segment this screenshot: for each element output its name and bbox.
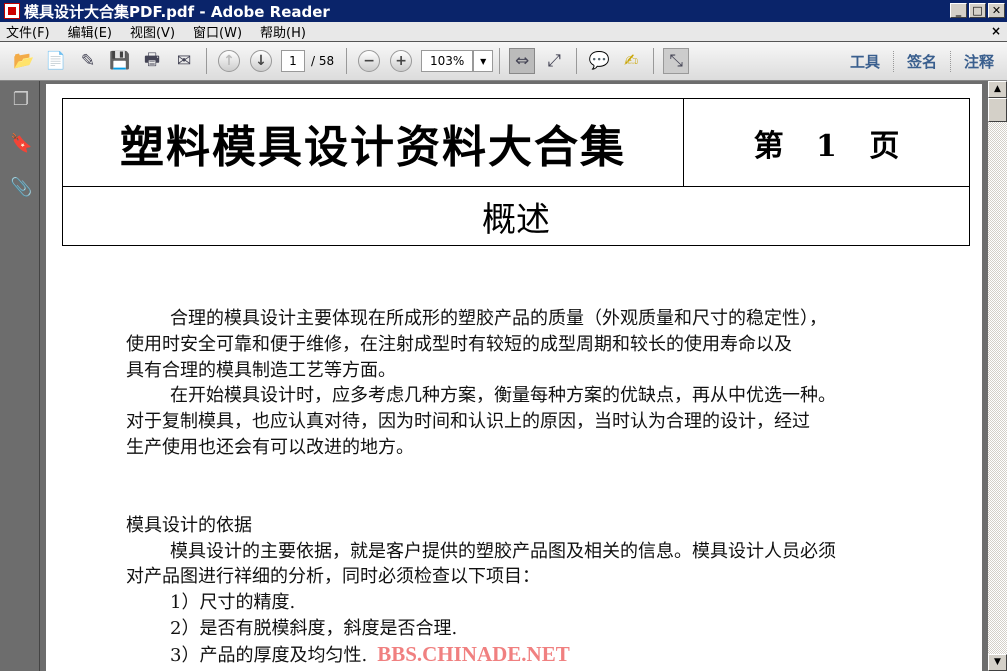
next-page-button[interactable]: ↓	[250, 50, 272, 72]
attachments-icon[interactable]: 📎	[10, 177, 32, 199]
email-icon[interactable]: ✉	[171, 48, 197, 74]
full-screen-icon[interactable]: ⤡	[663, 48, 690, 74]
sign-pane-link[interactable]: 签名	[892, 50, 950, 72]
print-icon[interactable]: 🖶	[139, 48, 165, 74]
page-total: / 58	[311, 54, 335, 68]
document-area: 塑料模具设计资料大合集 第 1 页 概述 合理的模具设计主要体现在所成形的塑胶产…	[40, 81, 988, 671]
title-bar: 模具设计大合集PDF.pdf - Adobe Reader _ □ ✕	[0, 0, 1007, 22]
fit-page-icon[interactable]: ⤢	[541, 48, 567, 74]
edit-icon[interactable]: ✎	[75, 48, 101, 74]
minimize-button[interactable]: _	[950, 3, 967, 18]
zoom-out-button[interactable]: −	[358, 50, 381, 72]
scroll-up-icon[interactable]: ▲	[988, 81, 1007, 98]
paragraph-line: 使用时安全可靠和便于维修，在注射成型时有较短的成型周期和较长的使用寿命以及	[126, 333, 792, 355]
zoom-input[interactable]: 103%	[421, 50, 474, 72]
pdf-page: 塑料模具设计资料大合集 第 1 页 概述 合理的模具设计主要体现在所成形的塑胶产…	[46, 84, 982, 671]
scroll-down-icon[interactable]: ▼	[988, 654, 1007, 671]
menu-help[interactable]: 帮助(H)	[260, 22, 306, 41]
close-button[interactable]: ✕	[988, 3, 1005, 18]
menu-bar: 文件(F) 编辑(E) 视图(V) 窗口(W) 帮助(H) ×	[0, 22, 1007, 41]
separator	[346, 48, 348, 74]
paragraph-line: 对产品图进行祥细的分析，同时必须检查以下项目：	[126, 566, 540, 588]
navigation-pane: ❐ 🔖 📎	[0, 81, 40, 671]
comment-pane-link[interactable]: 注释	[949, 50, 1007, 72]
close-document-button[interactable]: ×	[991, 24, 1001, 38]
watermark: BBS.CHINADE.NET	[377, 641, 570, 666]
zoom-in-button[interactable]: +	[390, 50, 413, 72]
menu-file[interactable]: 文件(F)	[6, 22, 50, 41]
scroll-thumb[interactable]	[988, 98, 1007, 122]
separator	[653, 48, 655, 74]
previous-page-button[interactable]: ↑	[218, 50, 240, 72]
header-table: 塑料模具设计资料大合集 第 1 页 概述	[62, 98, 970, 246]
menu-edit[interactable]: 编辑(E)	[68, 22, 112, 41]
bookmarks-icon[interactable]: 🔖	[10, 133, 32, 155]
separator	[206, 48, 207, 74]
fit-width-icon[interactable]: ⇔	[509, 48, 536, 74]
maximize-button[interactable]: □	[969, 3, 986, 18]
list-item: 3）产品的厚度及均匀性.	[170, 644, 368, 666]
page-thumbnails-icon[interactable]: ❐	[10, 89, 32, 111]
paragraph-line: 具有合理的模具制造工艺等方面。	[126, 359, 396, 381]
list-item: 1）尺寸的精度.	[170, 592, 296, 614]
list-item: 2）是否有脱模斜度，斜度是否合理.	[170, 617, 458, 639]
paragraph-line: 对于复制模具，也应认真对待，因为时间和认识上的原因，当时认为合理的设计，经过	[126, 411, 810, 433]
page-number-input[interactable]: 1	[281, 50, 305, 72]
menu-view[interactable]: 视图(V)	[130, 22, 175, 41]
adobe-reader-icon	[4, 3, 20, 19]
menu-window[interactable]: 窗口(W)	[193, 22, 242, 41]
tools-pane-link[interactable]: 工具	[837, 51, 893, 72]
paragraph-line: 生产使用也还会有可以改进的地方。	[126, 436, 414, 458]
open-icon[interactable]: 📂	[11, 48, 37, 74]
document-body: 合理的模具设计主要体现在所成形的塑胶产品的质量（外观质量和尺寸的稳定性）， 使用…	[126, 306, 956, 669]
window-title: 模具设计大合集PDF.pdf - Adobe Reader	[24, 2, 330, 21]
basis-heading: 模具设计的依据	[126, 514, 252, 536]
paragraph-line: 在开始模具设计时，应多考虑几种方案，衡量每种方案的优缺点，再从中优选一种。	[170, 385, 836, 407]
paragraph-line: 模具设计的主要依据，就是客户提供的塑胶产品图及相关的信息。模具设计人员必须	[170, 540, 836, 562]
paragraph-line: 合理的模具设计主要体现在所成形的塑胶产品的质量（外观质量和尺寸的稳定性），	[170, 308, 827, 329]
page-label: 第 1 页	[753, 129, 900, 164]
sticky-note-icon[interactable]: 💬	[586, 48, 612, 74]
zoom-dropdown-icon[interactable]: ▼	[473, 50, 494, 72]
separator	[576, 48, 578, 74]
create-pdf-icon[interactable]: 📄	[43, 48, 69, 74]
vertical-scrollbar[interactable]: ▲ ▼	[988, 81, 1007, 671]
section-title: 概述	[482, 199, 550, 240]
highlight-text-icon[interactable]: ✍	[618, 48, 644, 74]
separator	[499, 48, 501, 74]
document-title: 塑料模具设计资料大合集	[63, 99, 684, 187]
toolbar: 📂 📄 ✎ 💾 🖶 ✉ ↑ ↓ 1 / 58 − + 103% ▼ ⇔ ⤢ 💬 …	[0, 41, 1007, 81]
save-icon[interactable]: 💾	[107, 48, 133, 74]
